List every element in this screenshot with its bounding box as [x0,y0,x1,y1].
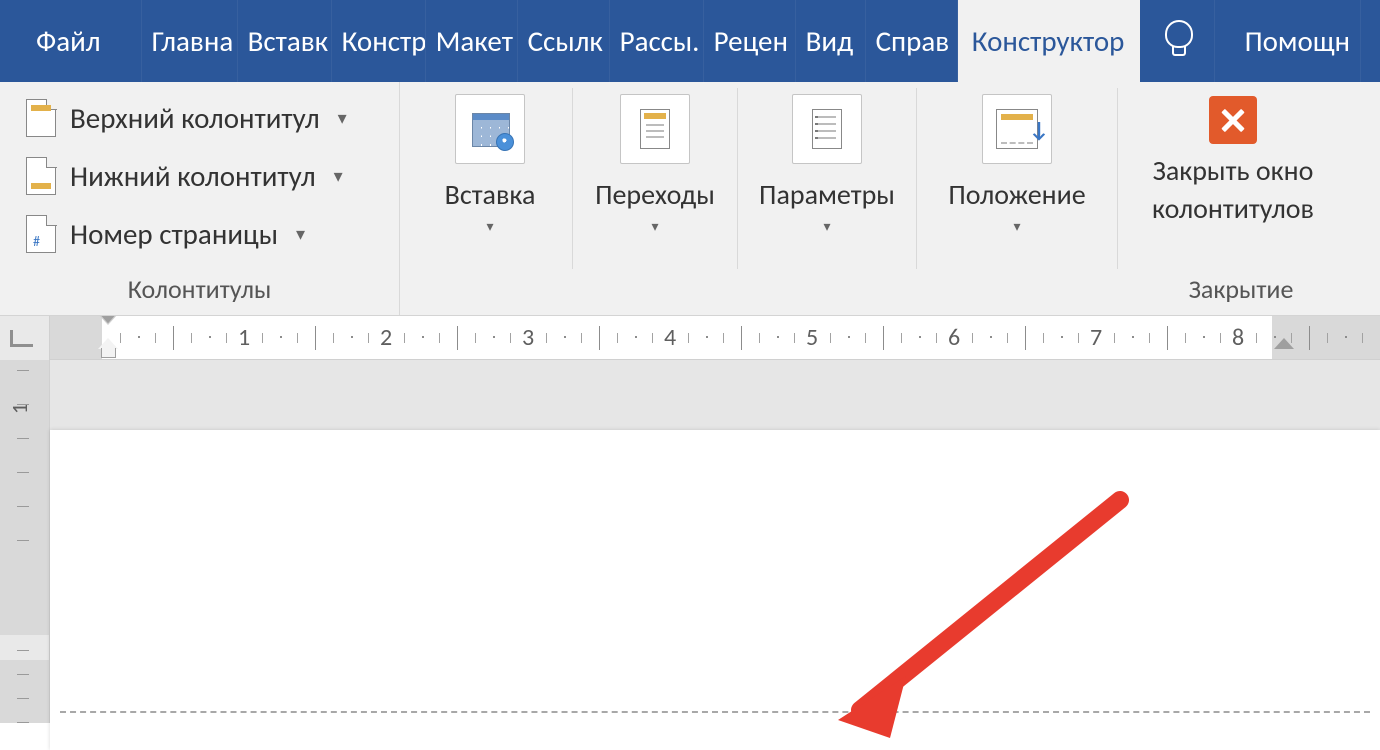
transitions-label: Переходы [595,178,715,212]
tab-file[interactable]: Файл [0,0,142,82]
group-header-footer: Верхний колонтитул ▾ Нижний колонтитул ▾… [0,82,400,315]
caret-icon: ▾ [338,107,347,129]
transitions-button[interactable]: Переходы ▾ [573,88,737,269]
position-button[interactable]: ↓ Положение ▾ [917,88,1117,269]
close-x-icon [1209,96,1257,144]
page-number-label: Номер страницы [70,216,278,252]
lightbulb-icon [1162,20,1192,62]
caret-icon: ▾ [823,218,830,235]
ruler-number: 4 [664,323,676,352]
insert-button[interactable]: Вставка ▾ [408,88,572,269]
tab-help[interactable]: Справ [866,0,958,82]
close-label-2: колонтитулов [1152,191,1314,226]
ribbon: Верхний колонтитул ▾ Нижний колонтитул ▾… [0,82,1380,316]
tab-review[interactable]: Рецен [704,0,796,82]
options-label: Параметры [759,178,895,212]
footer-icon [26,157,56,195]
ruler-number: 3 [522,323,534,352]
insert-label: Вставка [445,178,536,212]
insert-datetime-icon [472,113,508,145]
position-label: Положение [948,178,1085,212]
ruler-number: 8 [1232,323,1244,352]
ruler-number: 2 [380,323,392,352]
position-icon: ↓ [996,109,1038,149]
footer-button[interactable]: Нижний колонтитул ▾ [26,148,347,204]
page-number-button[interactable]: # Номер страницы ▾ [26,206,347,262]
horizontal-ruler[interactable]: 1 2 3 4 5 6 7 8 [0,316,1380,360]
caret-icon: ▾ [651,218,658,235]
caret-icon: ▾ [486,218,493,235]
document-area: 1 [0,360,1380,723]
tab-references[interactable]: Ссылк [518,0,610,82]
tell-me[interactable] [1140,0,1215,82]
options-icon [812,109,842,149]
tab-mailings[interactable]: Рассы. [610,0,704,82]
vertical-ruler[interactable]: 1 [0,360,50,723]
tab-home[interactable]: Главна [142,0,238,82]
ribbon-tabs: Файл Главна Вставк Констр Макет Ссылк Ра… [0,0,1380,82]
ruler-number: 1 [238,323,250,352]
close-label-1: Закрыть окно [1153,153,1314,188]
tab-insert[interactable]: Вставк [238,0,332,82]
tab-layout[interactable]: Макет [426,0,518,82]
navigation-icon [640,109,670,149]
group-label-close: Закрытие [1126,269,1356,315]
ruler-number: 5 [806,323,818,352]
header-boundary [60,711,1370,713]
header-label: Верхний колонтитул [70,100,320,136]
footer-label: Нижний колонтитул [70,158,316,194]
caret-icon: ▾ [296,223,305,245]
tab-view[interactable]: Вид [796,0,866,82]
tab-selector[interactable] [0,316,50,360]
ruler-number: 6 [948,323,960,352]
page-number-icon: # [26,215,56,253]
header-button[interactable]: Верхний колонтитул ▾ [26,90,347,146]
caret-icon: ▾ [334,165,343,187]
tab-design[interactable]: Констр [332,0,426,82]
tab-assist[interactable]: Помощн [1215,0,1361,82]
close-header-footer-button[interactable]: Закрыть окно колонтитулов [1118,88,1348,228]
ruler-number: 7 [1090,323,1102,352]
tab-header-footer-design[interactable]: Конструктор [958,0,1140,82]
caret-icon: ▾ [1013,218,1020,235]
options-button[interactable]: Параметры ▾ [738,88,916,269]
page[interactable] [50,430,1380,750]
group-label-header-footer: Колонтитулы [0,269,399,315]
header-icon [26,99,56,137]
